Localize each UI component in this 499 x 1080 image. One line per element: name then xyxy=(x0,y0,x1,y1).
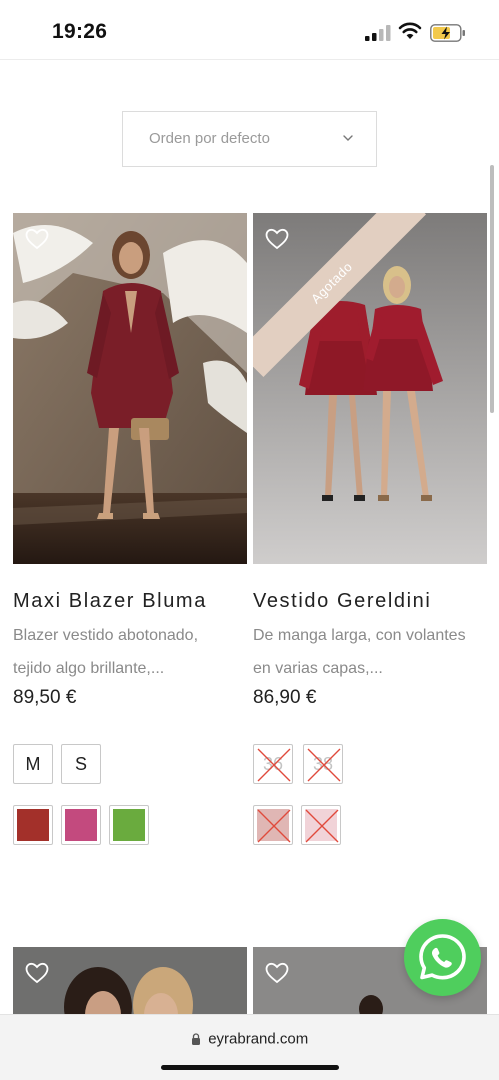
chevron-down-icon xyxy=(343,135,353,141)
product-description: De manga larga, con volantes en varias c… xyxy=(253,619,493,685)
color-swatch-fill xyxy=(113,809,145,841)
product-description: Blazer vestido abotonado, tejido algo br… xyxy=(13,619,253,685)
product-price: 86,90 € xyxy=(253,687,317,708)
url-display[interactable]: eyrabrand.com xyxy=(0,1030,499,1048)
cellular-signal-icon xyxy=(365,25,391,41)
size-option-38-unavailable[interactable]: 38 xyxy=(303,744,343,784)
status-bar: 19:26 xyxy=(0,0,499,60)
size-option-s[interactable]: S xyxy=(61,744,101,784)
whatsapp-icon xyxy=(419,934,466,980)
home-indicator[interactable] xyxy=(161,1065,339,1070)
sort-dropdown-label: Orden por defecto xyxy=(149,130,270,147)
unavailable-cross-icon xyxy=(257,748,291,782)
wishlist-heart-icon[interactable] xyxy=(264,227,290,251)
unavailable-cross-icon xyxy=(257,809,291,843)
wishlist-heart-icon[interactable] xyxy=(24,227,50,251)
color-swatch-pink[interactable] xyxy=(61,805,101,845)
color-swatch-light-pink-unavailable[interactable] xyxy=(301,805,341,845)
status-time: 19:26 xyxy=(52,20,108,43)
battery-icon xyxy=(430,24,465,42)
product-description-line: De manga larga, con volantes xyxy=(253,627,466,644)
product-name[interactable]: Maxi Blazer Bluma xyxy=(13,590,207,613)
product-description-line: tejido algo brillante,... xyxy=(13,660,165,677)
product-description-line: Blazer vestido abotonado, xyxy=(13,627,199,644)
color-swatch-rose-unavailable[interactable] xyxy=(253,805,293,845)
product-price: 89,50 € xyxy=(13,687,77,708)
wishlist-heart-icon[interactable] xyxy=(264,961,290,985)
wishlist-heart-icon[interactable] xyxy=(24,961,50,985)
wifi-icon xyxy=(398,22,422,39)
whatsapp-chat-button[interactable] xyxy=(404,919,481,996)
scrollbar[interactable] xyxy=(490,165,494,413)
color-swatch-green[interactable] xyxy=(109,805,149,845)
url-text: eyrabrand.com xyxy=(208,1030,309,1048)
unavailable-cross-icon xyxy=(307,748,341,782)
color-swatch-red[interactable] xyxy=(13,805,53,845)
browser-address-bar[interactable]: eyrabrand.com xyxy=(0,1014,499,1080)
unavailable-cross-icon xyxy=(305,809,339,843)
product-image[interactable]: Agotado xyxy=(253,213,487,564)
size-option-m[interactable]: M xyxy=(13,744,53,784)
size-option-36-unavailable[interactable]: 36 xyxy=(253,744,293,784)
product-name[interactable]: Vestido Gereldini xyxy=(253,590,431,613)
color-swatch-fill xyxy=(65,809,97,841)
sort-dropdown[interactable]: Orden por defecto xyxy=(122,111,377,167)
lock-icon xyxy=(191,1033,200,1045)
product-image[interactable] xyxy=(13,213,247,564)
color-swatch-fill xyxy=(17,809,49,841)
product-card: Agotado Vestido Gereldini De manga larga… xyxy=(253,213,487,853)
product-description-line: en varias capas,... xyxy=(253,660,383,677)
product-card: Maxi Blazer Bluma Blazer vestido abotona… xyxy=(13,213,247,853)
